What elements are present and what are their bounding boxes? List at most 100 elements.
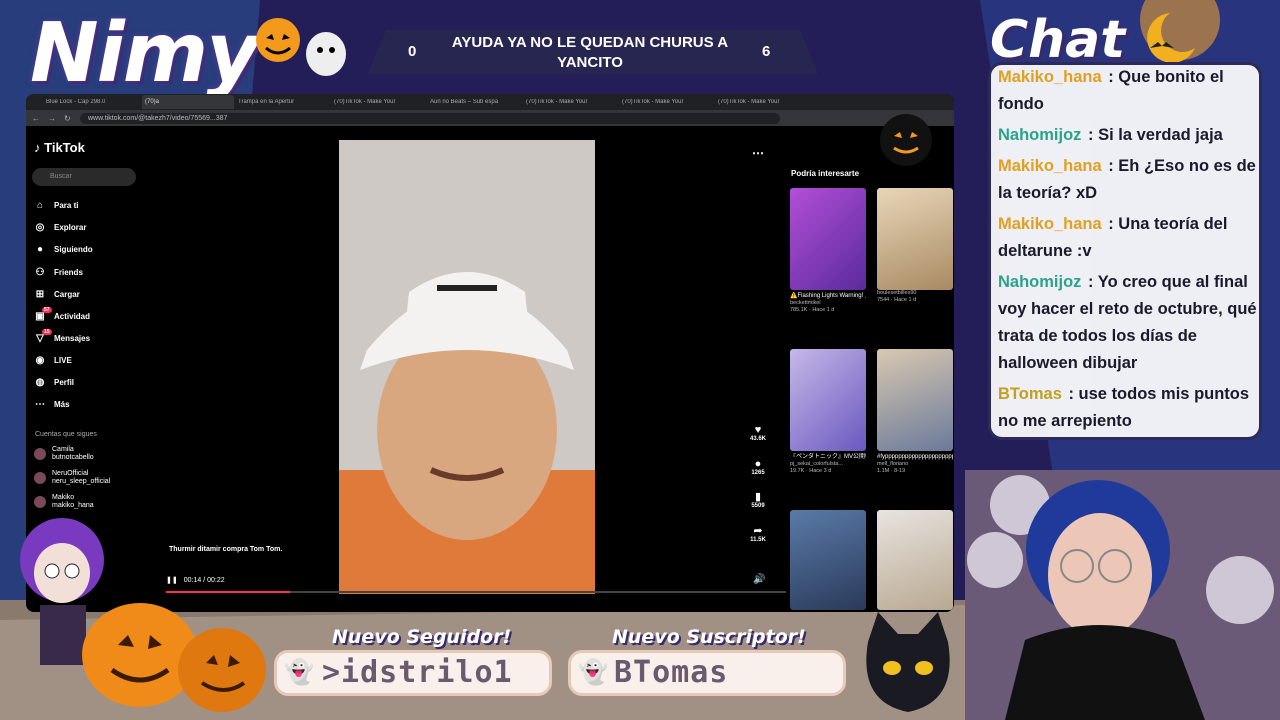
pumpkin-balloon-icon: [256, 18, 346, 76]
nav-item-mensajes[interactable]: ▽ 15 Mensajes: [34, 328, 90, 345]
chat-separator: :: [1103, 68, 1119, 86]
browser-tab[interactable]: Aun no Beats – Sub espa: [430, 99, 522, 105]
nav-item-live[interactable]: ◉ LIVE: [34, 353, 72, 367]
rec-thumbnail: [790, 188, 866, 290]
chat-message: Nahomijoz : Yo creo que al final voy hac…: [998, 269, 1260, 377]
chat-separator: :: [1063, 385, 1079, 403]
messages-icon: ▽ 15: [36, 328, 52, 344]
moon-bat-icon: [1147, 13, 1195, 63]
nav-label: Siguiendo: [54, 244, 93, 254]
rec-author: beckettmikel: [790, 300, 821, 306]
tiktok-logo[interactable]: ♪ TikTok: [34, 140, 85, 155]
chat-separator: :: [1083, 273, 1098, 291]
reload-icon[interactable]: ↻: [64, 114, 74, 123]
share-icon: ➦: [753, 525, 763, 537]
chat-username[interactable]: BTomas: [998, 385, 1062, 403]
browser-tab[interactable]: Blue Lock - Cap 298.0: [46, 99, 138, 105]
comment-button[interactable]: ● 1265: [748, 458, 768, 476]
chat-separator: :: [1103, 157, 1119, 175]
more-icon: ⋯: [35, 398, 45, 410]
chat-username[interactable]: Makiko_hana: [998, 68, 1102, 86]
browser-tab[interactable]: (70)TikTok - Make Your: [718, 99, 810, 105]
rec-video[interactable]: 『ペンタトニック』MV公開中！#プロ... pj_sekai_colorfuls…: [790, 349, 866, 475]
compass-icon: ◎: [35, 221, 45, 233]
spider-decoration-icon: [880, 114, 932, 166]
url-bar: ← → ↻ www.tiktok.com/@takezh7/video/7556…: [26, 110, 954, 126]
address-input[interactable]: www.tiktok.com/@takezh7/video/75569...38…: [80, 112, 780, 124]
tiktok-logo-text: TikTok: [44, 140, 85, 155]
rec-video[interactable]: [790, 510, 866, 610]
nav-label: Friends: [54, 267, 83, 277]
webcam-feed: [965, 470, 1280, 720]
nav-item-para-ti[interactable]: ⌂ Para ti: [34, 198, 79, 212]
chat-username[interactable]: Makiko_hana: [998, 215, 1102, 233]
chat-username[interactable]: Nahomijoz: [998, 273, 1081, 291]
account-handle: neru_sleep_official: [52, 478, 111, 485]
chat-message: Makiko_hana : Que bonito el fondo: [998, 64, 1260, 118]
rec-video[interactable]: #fypppppppppppppppppppppppp... mell_flor…: [877, 349, 953, 475]
nav-label: Cargar: [54, 289, 80, 299]
nav-item-cargar[interactable]: ⊞ Cargar: [34, 287, 80, 301]
browser-tab[interactable]: (70)TikTok - Make Your: [526, 99, 618, 105]
messages-badge: 15: [42, 328, 52, 335]
webcam-frame: [965, 470, 1280, 720]
more-options-icon[interactable]: ⋯: [752, 146, 764, 160]
forward-icon[interactable]: →: [48, 114, 58, 123]
chat-username[interactable]: Nahomijoz: [998, 126, 1081, 144]
goal-right-count: 6: [762, 43, 771, 60]
rec-video[interactable]: boulesetbilles90 7544 · Hace 1 d: [877, 188, 953, 304]
search-input[interactable]: Buscar: [32, 168, 136, 186]
nav-item-explorar[interactable]: ◎ Explorar: [34, 220, 87, 234]
back-icon[interactable]: ←: [32, 114, 42, 123]
live-icon: ◉: [35, 354, 45, 366]
like-count: 43.6K: [749, 436, 766, 442]
avatar: [34, 472, 46, 484]
volume-icon[interactable]: 🔊: [753, 574, 765, 585]
browser-tab[interactable]: (70)TikTok - Make Your: [622, 99, 714, 105]
rec-author: pj_sekai_colorfulsta...: [790, 461, 843, 467]
like-button[interactable]: ♥ 43.6K: [748, 424, 768, 442]
rec-thumbnail: [877, 188, 953, 290]
ghost-icon: 👻: [578, 659, 608, 686]
chat-message: Makiko_hana : Una teoría del deltarune :…: [998, 211, 1260, 265]
following-header: Cuentas que sigues: [35, 431, 97, 438]
rec-video[interactable]: ⚠️Flashing Lights Warning! ⚠️ ✨ 💕 becket…: [790, 188, 866, 314]
rec-thumbnail: [877, 349, 953, 451]
stream-overlay: Nimy Chat 0 AYUDA YA NO LE QUEDAN CHURUS…: [0, 0, 1280, 720]
nav-item-siguiendo[interactable]: ● Siguiendo: [34, 242, 93, 256]
browser-tab-active[interactable]: (70)a: [142, 95, 234, 109]
mascot-pumpkins-decoration: [20, 518, 266, 712]
browser-tab[interactable]: (70)TikTok - Make Your: [334, 99, 426, 105]
rec-age: Hace 1 d: [894, 297, 917, 303]
followed-account[interactable]: NeruOfficial neru_sleep_official: [34, 470, 110, 486]
rec-video[interactable]: [877, 510, 953, 610]
rec-thumbnail: [877, 510, 953, 610]
save-button[interactable]: ▮ 5509: [748, 490, 768, 509]
video-frame: [339, 140, 595, 594]
follower-label: Nuevo Seguidor!: [332, 626, 512, 648]
comment-icon: ●: [754, 458, 762, 470]
black-cat-icon: [866, 612, 950, 712]
following-icon: ●: [36, 243, 44, 255]
nav-item-mas[interactable]: ⋯ Más: [34, 397, 70, 411]
profile-icon: ◍: [35, 376, 45, 388]
video-player[interactable]: [339, 140, 595, 594]
share-button[interactable]: ➦ 11.5K: [748, 524, 768, 543]
nav-label: LIVE: [54, 355, 72, 365]
friends-icon: ⚇: [35, 266, 45, 278]
rec-title: 『ペンタトニック』MV公開中！#プロ...: [790, 454, 866, 460]
browser-tab[interactable]: Trampa en la Apertur: [238, 99, 330, 105]
subscriber-label: Nuevo Suscriptor!: [612, 626, 806, 648]
home-icon: ⌂: [36, 199, 44, 211]
nav-item-actividad[interactable]: ▣ 57 Actividad: [34, 306, 90, 323]
nav-item-perfil[interactable]: ◍ Perfil: [34, 375, 74, 389]
chat-username[interactable]: Makiko_hana: [998, 157, 1102, 175]
activity-icon: ▣ 57: [35, 306, 52, 322]
rec-author: boulesetbilles90: [877, 290, 917, 296]
account-handle: butnotcabello: [52, 454, 94, 461]
rec-views: 19.7K: [790, 468, 805, 474]
nav-item-friends[interactable]: ⚇ Friends: [34, 265, 83, 279]
share-count: 11.5K: [750, 537, 766, 543]
followed-account[interactable]: Camila butnotcabello: [34, 446, 94, 462]
upload-icon: ⊞: [35, 288, 45, 300]
